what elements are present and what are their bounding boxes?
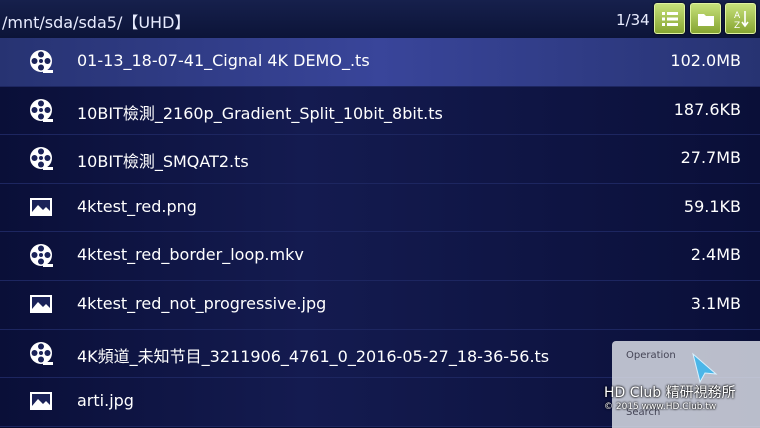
list-view-button[interactable] [654, 3, 685, 34]
video-file-icon [29, 341, 53, 365]
file-name: 10BIT檢測_SMQAT2.ts [77, 152, 249, 172]
list-view-icon [662, 12, 678, 26]
watermark-url: © 2015 www.HD.Club.tw [604, 402, 717, 412]
file-name: 4K頻道_未知节目_3211906_4761_0_2016-05-27_18-3… [77, 346, 550, 366]
file-size: 59.1KB [683, 196, 741, 216]
file-size: 3.1MB [690, 293, 741, 313]
watermark: HD Club 精研視務所 © 2015 www.HD.Club.tw [604, 382, 736, 412]
file-row[interactable]: 4ktest_red_border_loop.mkv 2.4MB [0, 232, 760, 281]
file-name: 4ktest_red.png [77, 196, 197, 216]
file-size: 27.7MB [680, 148, 741, 168]
file-name: 4ktest_red_not_progressive.jpg [77, 293, 327, 313]
file-name: 4ktest_red_border_loop.mkv [77, 245, 304, 265]
file-row[interactable]: 10BIT檢測_SMQAT2.ts 27.7MB [0, 135, 760, 184]
svg-text:Z: Z [734, 21, 740, 30]
file-row[interactable]: 4ktest_red.png 59.1KB [0, 183, 760, 233]
file-name: 10BIT檢測_2160p_Gradient_Split_10bit_8bit.… [77, 103, 443, 123]
folder-icon [698, 14, 714, 26]
video-file-icon [29, 243, 53, 268]
file-row[interactable]: 10BIT檢測_2160p_Gradient_Split_10bit_8bit.… [0, 86, 760, 136]
video-file-icon [29, 146, 53, 171]
current-path: /mnt/sda/sda5/【UHD】 [2, 13, 191, 32]
menu-item-operation[interactable]: Operation [626, 350, 676, 361]
video-file-icon [29, 49, 53, 73]
file-name: 01-13_18-07-41_Cignal 4K DEMO_.ts [77, 51, 370, 70]
file-name: arti.jpg [77, 391, 134, 411]
watermark-title: HD Club 精研視務所 [604, 385, 736, 401]
folder-button[interactable] [690, 3, 721, 34]
file-size: 102.0MB [670, 51, 741, 70]
file-size: 187.6KB [673, 99, 741, 119]
image-file-icon [29, 389, 53, 413]
svg-text:A: A [734, 11, 741, 21]
remote-pointer-icon [692, 352, 718, 384]
image-file-icon [29, 292, 53, 316]
file-row[interactable]: 01-13_18-07-41_Cignal 4K DEMO_.ts 102.0MB [0, 38, 760, 87]
top-bar: /mnt/sda/sda5/【UHD】 1/34 A Z [0, 0, 760, 39]
file-row[interactable]: 4ktest_red_not_progressive.jpg 3.1MB [0, 280, 760, 330]
page-indicator: 1/34 [616, 11, 650, 29]
sort-button[interactable]: A Z [725, 3, 756, 34]
file-size: 2.4MB [690, 245, 741, 265]
sort-az-icon: A Z [734, 11, 749, 30]
image-file-icon [29, 195, 53, 219]
video-file-icon [29, 98, 53, 122]
